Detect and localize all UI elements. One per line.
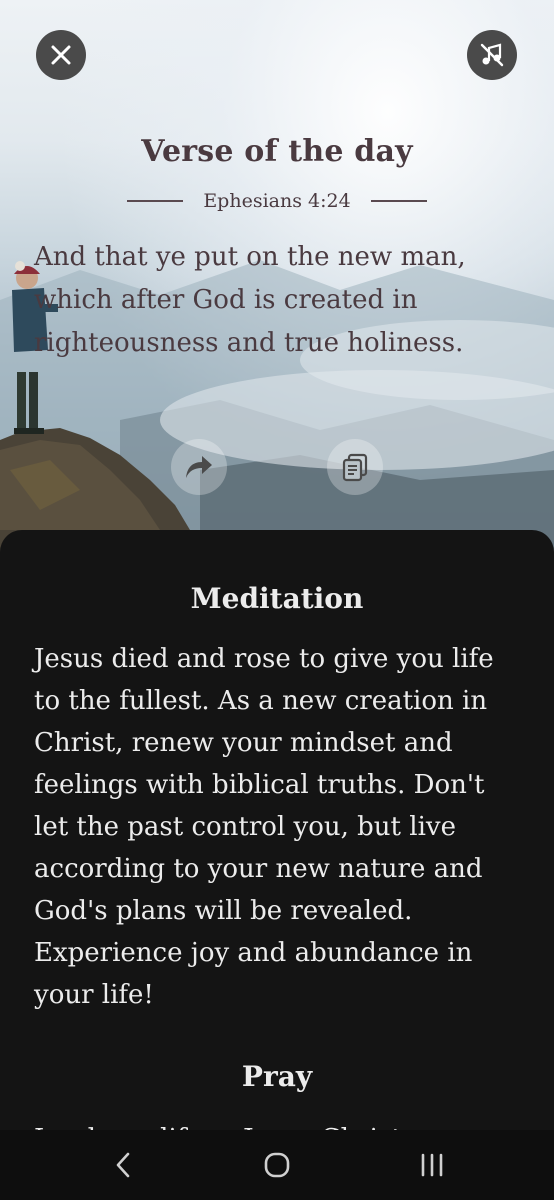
verse-title: Verse of the day [141,134,413,169]
devotional-sheet[interactable]: Meditation Jesus died and rose to give y… [0,530,554,1130]
copy-button[interactable] [327,439,383,495]
music-off-icon [480,43,504,67]
nav-home-button[interactable] [257,1150,297,1180]
close-icon [51,45,71,65]
back-icon [116,1152,130,1178]
verse-reference-row: Ephesians 4:24 [0,190,554,212]
share-icon [186,456,212,478]
home-icon [264,1152,290,1178]
nav-back-button[interactable] [103,1150,143,1180]
recents-icon [421,1153,443,1177]
system-nav-bar [0,1130,554,1200]
divider-right [370,200,427,202]
meditation-text: Jesus died and rose to give you life to … [34,644,494,1010]
pray-title: Pray [241,1060,313,1093]
copy-icon [342,453,368,482]
divider-left [127,200,184,202]
verse-text: And that ye put on the new man, which af… [34,242,466,358]
verse-reference: Ephesians 4:24 [203,190,351,212]
nav-recents-button[interactable] [412,1150,452,1180]
meditation-title: Meditation [190,582,364,615]
share-button[interactable] [171,439,227,495]
music-toggle-button[interactable] [467,30,517,80]
pray-text-peek: Lord, my life ... Jesus Christ... [34,1118,524,1130]
close-button[interactable] [36,30,86,80]
